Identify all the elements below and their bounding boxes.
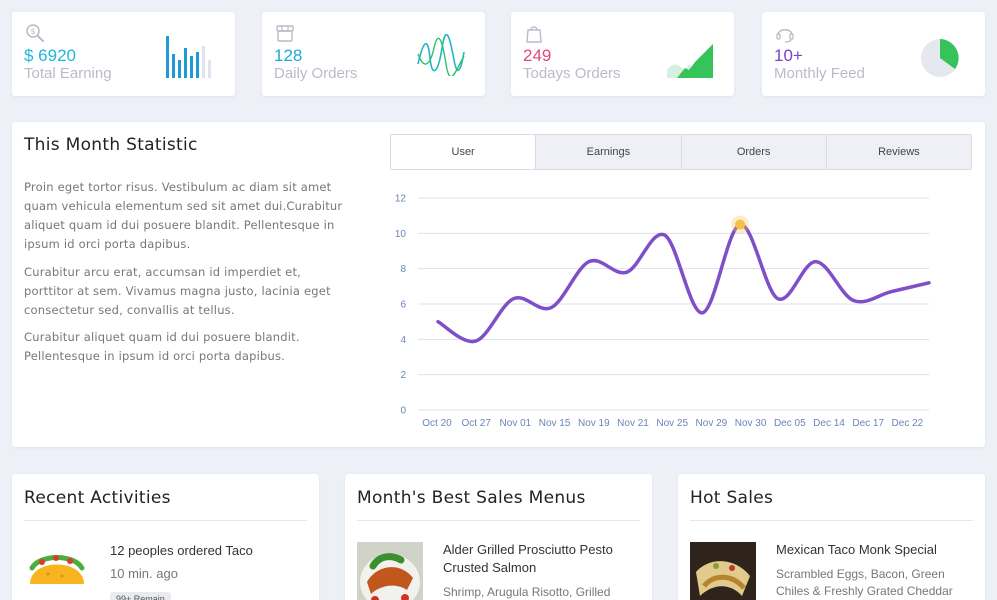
x-tick-label: Oct 27: [461, 418, 491, 429]
stat-label: Todays Orders: [523, 65, 621, 82]
y-tick-label: 8: [400, 264, 406, 275]
x-tick-label: Dec 22: [892, 418, 924, 429]
x-tick-label: Nov 21: [617, 418, 649, 429]
highlight-point: [735, 219, 746, 230]
x-tick-label: Nov 30: [735, 418, 767, 429]
taco-dish-image: [690, 542, 756, 600]
y-tick-label: 4: [400, 335, 406, 346]
y-tick-label: 2: [400, 370, 406, 381]
stat-label: Monthly Feed: [774, 65, 865, 82]
activity-time: 10 min. ago: [110, 566, 178, 581]
svg-text:$: $: [30, 27, 35, 36]
best-sales-title: Month's Best Sales Menus: [357, 488, 586, 508]
store-icon: [276, 25, 294, 42]
statistic-paragraph: Curabitur aliquet quam id dui posuere bl…: [24, 330, 300, 363]
x-tick-label: Oct 20: [422, 418, 452, 429]
stat-card-total-earning: $ $ 6920 Total Earning: [12, 12, 235, 96]
y-tick-label: 12: [395, 194, 407, 205]
stat-value: 128: [274, 46, 303, 65]
y-tick-label: 10: [395, 229, 407, 240]
stat-card-daily-orders: 128 Daily Orders: [262, 12, 485, 96]
search-dollar-icon: $: [26, 24, 44, 42]
shopping-bag-icon: [526, 26, 542, 43]
remain-badge: 99+ Remain: [110, 592, 171, 600]
statistic-card: This Month Statistic Proin eget tortor r…: [12, 122, 985, 447]
hot-item-title[interactable]: Mexican Taco Monk Special: [776, 541, 976, 559]
activity-title: 12 peoples ordered Taco: [110, 543, 253, 558]
x-tick-label: Nov 25: [656, 418, 688, 429]
tab-user[interactable]: User: [391, 135, 536, 169]
divider: [357, 520, 640, 521]
pie-sparkline-icon: [921, 39, 959, 77]
x-tick-label: Dec 17: [852, 418, 884, 429]
headset-icon: [776, 29, 794, 43]
bar-sparkline-icon: [166, 36, 211, 78]
stat-value: 249: [523, 46, 552, 65]
hot-sales-card: Hot Sales Mexican Taco Monk Special Scra…: [678, 474, 985, 600]
stat-card-todays-orders: 249 Todays Orders: [511, 12, 734, 96]
best-sales-card: Month's Best Sales Menus Alder Grilled P…: [345, 474, 652, 600]
recent-activities-title: Recent Activities: [24, 488, 171, 508]
x-tick-label: Dec 14: [813, 418, 845, 429]
stat-card-monthly-feed: 10+ Monthly Feed: [762, 12, 985, 96]
statistic-paragraph: Proin eget tortor risus. Vestibulum ac d…: [24, 180, 343, 251]
tab-reviews[interactable]: Reviews: [825, 135, 971, 169]
x-tick-label: Dec 05: [774, 418, 806, 429]
x-tick-label: Nov 29: [696, 418, 728, 429]
menu-title[interactable]: Alder Grilled Prosciutto Pesto Crusted S…: [443, 541, 639, 577]
x-tick-label: Nov 01: [500, 418, 532, 429]
user-series-line: [436, 222, 931, 344]
stat-value: $ 6920: [24, 46, 76, 65]
statistic-paragraph: Curabitur arcu erat, accumsan id imperdi…: [24, 265, 331, 317]
area-sparkline-icon: [667, 44, 713, 78]
salmon-dish-image: [357, 542, 423, 600]
wave-sparkline-icon: [417, 34, 465, 76]
divider: [690, 520, 973, 521]
user-line-chart: 0 2 4 6 8 10 12 Oct 20 Oct 27 Nov 01 Nov 15 Nov 19 N…: [395, 194, 931, 429]
tab-orders[interactable]: Orders: [680, 135, 826, 169]
divider: [24, 520, 307, 521]
y-tick-label: 6: [400, 300, 406, 311]
hot-sales-title: Hot Sales: [690, 488, 774, 508]
x-tick-label: Nov 15: [539, 418, 571, 429]
recent-activities-card: Recent Activities 12 peoples ordered Tac…: [12, 474, 319, 600]
stat-value: 10+: [774, 46, 803, 65]
chart-tabs: User Earnings Orders Reviews: [390, 134, 972, 170]
taco-icon: [29, 555, 85, 584]
stat-label: Total Earning: [24, 65, 112, 82]
statistic-title: This Month Statistic: [24, 135, 198, 155]
stat-label: Daily Orders: [274, 65, 358, 82]
y-tick-label: 0: [400, 406, 406, 417]
tab-earnings[interactable]: Earnings: [535, 135, 681, 169]
menu-description: Shrimp, Arugula Risotto, Grilled White: [443, 585, 611, 599]
x-tick-label: Nov 19: [578, 418, 610, 429]
hot-item-description: Scrambled Eggs, Bacon, Green Chiles & Fr…: [776, 567, 953, 598]
